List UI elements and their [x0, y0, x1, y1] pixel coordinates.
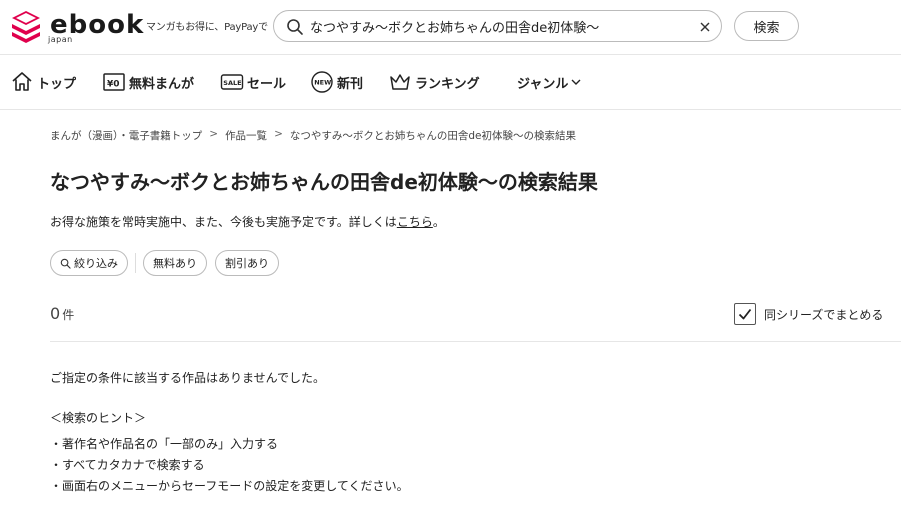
breadcrumb-separator: > [274, 128, 283, 140]
search-hint-list: ・著作名や作品名の「一部のみ」入力する ・すべてカタカナで検索する ・画面右のメ… [50, 435, 409, 498]
nav-label-top: トップ [37, 76, 77, 92]
result-count-unit: 件 [62, 308, 75, 322]
nav-item-ranking[interactable]: ランキング [388, 69, 480, 95]
campaign-notice: お得な施策を常時実施中、また、今後も実施予定です。詳しくはこちら。 [50, 213, 445, 230]
nav-item-new[interactable]: NEW 新刊 [310, 69, 363, 95]
svg-text:¥0: ¥0 [107, 80, 120, 90]
chevron-down-icon [571, 79, 581, 85]
nav-item-free-manga[interactable]: ¥0 無料まんが [102, 69, 194, 95]
group-series-toggle[interactable]: 同シリーズでまとめる [734, 303, 883, 325]
nav-label-free-manga: 無料まんが [129, 76, 195, 92]
nav-item-sale[interactable]: SALE セール [220, 69, 286, 95]
empty-result-message: ご指定の条件に該当する作品はありませんでした。 [50, 371, 326, 385]
nav-item-top[interactable]: トップ [10, 69, 76, 95]
group-series-checkbox[interactable] [734, 303, 756, 325]
search-hint-title: ＜検索のヒント＞ [50, 411, 147, 425]
breadcrumb-item-works[interactable]: 作品一覧 [225, 128, 267, 143]
result-count: 0件 [50, 304, 74, 323]
notice-end: 。 [432, 215, 445, 229]
breadcrumb-item-top[interactable]: まんが（漫画）・電子書籍トップ [50, 128, 202, 143]
search-icon [287, 19, 303, 35]
free-yen-icon: ¥0 [103, 73, 125, 91]
breadcrumb: まんが（漫画）・電子書籍トップ > 作品一覧 > なつやすみ～ボクとお姉ちゃんの… [50, 128, 576, 143]
search-box[interactable]: なつやすみ～ボクとお姉ちゃんの田舎de初体験～ [273, 10, 722, 42]
search-input[interactable]: なつやすみ～ボクとお姉ちゃんの田舎de初体験～ [310, 17, 599, 36]
search-hint-item: ・著作名や作品名の「一部のみ」入力する [50, 437, 279, 451]
header: ebook japan マンガもお得に、PayPayで なつやすみ～ボクとお姉ち… [0, 0, 901, 54]
book-stack-icon [12, 11, 40, 43]
section-divider [50, 341, 901, 342]
filter-divider [135, 253, 136, 273]
notice-link[interactable]: こちら [397, 215, 433, 229]
page-title-suffix: の検索結果 [497, 170, 598, 194]
filter-discount-button[interactable]: 割引あり [215, 250, 279, 276]
refine-button[interactable]: 絞り込み [50, 250, 128, 276]
search-button[interactable]: 検索 [734, 11, 799, 41]
nav-label-ranking: ランキング [415, 76, 480, 92]
notice-text: お得な施策を常時実施中、また、今後も実施予定です。詳しくは [50, 215, 397, 229]
breadcrumb-item-current: なつやすみ～ボクとお姉ちゃんの田舎de初体験～の検索結果 [289, 130, 576, 142]
search-hint-item: ・画面右のメニューからセーフモードの設定を変更してください。 [50, 479, 409, 493]
logo-subtext: japan [48, 35, 73, 44]
svg-text:NEW: NEW [314, 79, 331, 87]
page-title-query: なつやすみ～ボクとお姉ちゃんの田舎de初体験～ [50, 170, 498, 194]
result-count-number: 0 [50, 304, 61, 323]
svg-text:SALE: SALE [223, 79, 241, 87]
checkmark-icon [738, 308, 752, 320]
new-badge-icon: NEW [311, 71, 333, 93]
ebook-japan-logo[interactable]: ebook japan [8, 8, 143, 48]
tagline: マンガもお得に、PayPayで [146, 22, 268, 33]
search-hint-item: ・すべてカタカナで検索する [50, 458, 205, 472]
filter-bar: 絞り込み 無料あり 割引あり [50, 250, 279, 276]
nav-label-genre: ジャンル [517, 76, 569, 92]
filter-free-button[interactable]: 無料あり [143, 250, 207, 276]
breadcrumb-separator: > [209, 128, 219, 140]
group-series-label: 同シリーズでまとめる [764, 307, 884, 322]
nav-item-genre[interactable]: ジャンル [517, 69, 585, 95]
home-icon [12, 72, 32, 91]
search-icon [60, 258, 71, 269]
nav-label-new: 新刊 [337, 76, 364, 92]
sale-tag-icon: SALE [220, 74, 244, 90]
nav-label-sale: セール [247, 76, 287, 92]
main-nav: トップ ¥0 無料まんが SALE セール NEW 新刊 ランキング ジャンル [0, 54, 901, 110]
close-icon[interactable] [697, 19, 713, 35]
refine-label: 絞り込み [74, 257, 118, 270]
page-title: なつやすみ～ボクとお姉ちゃんの田舎de初体験～の検索結果 [50, 166, 598, 195]
crown-icon [390, 74, 410, 90]
